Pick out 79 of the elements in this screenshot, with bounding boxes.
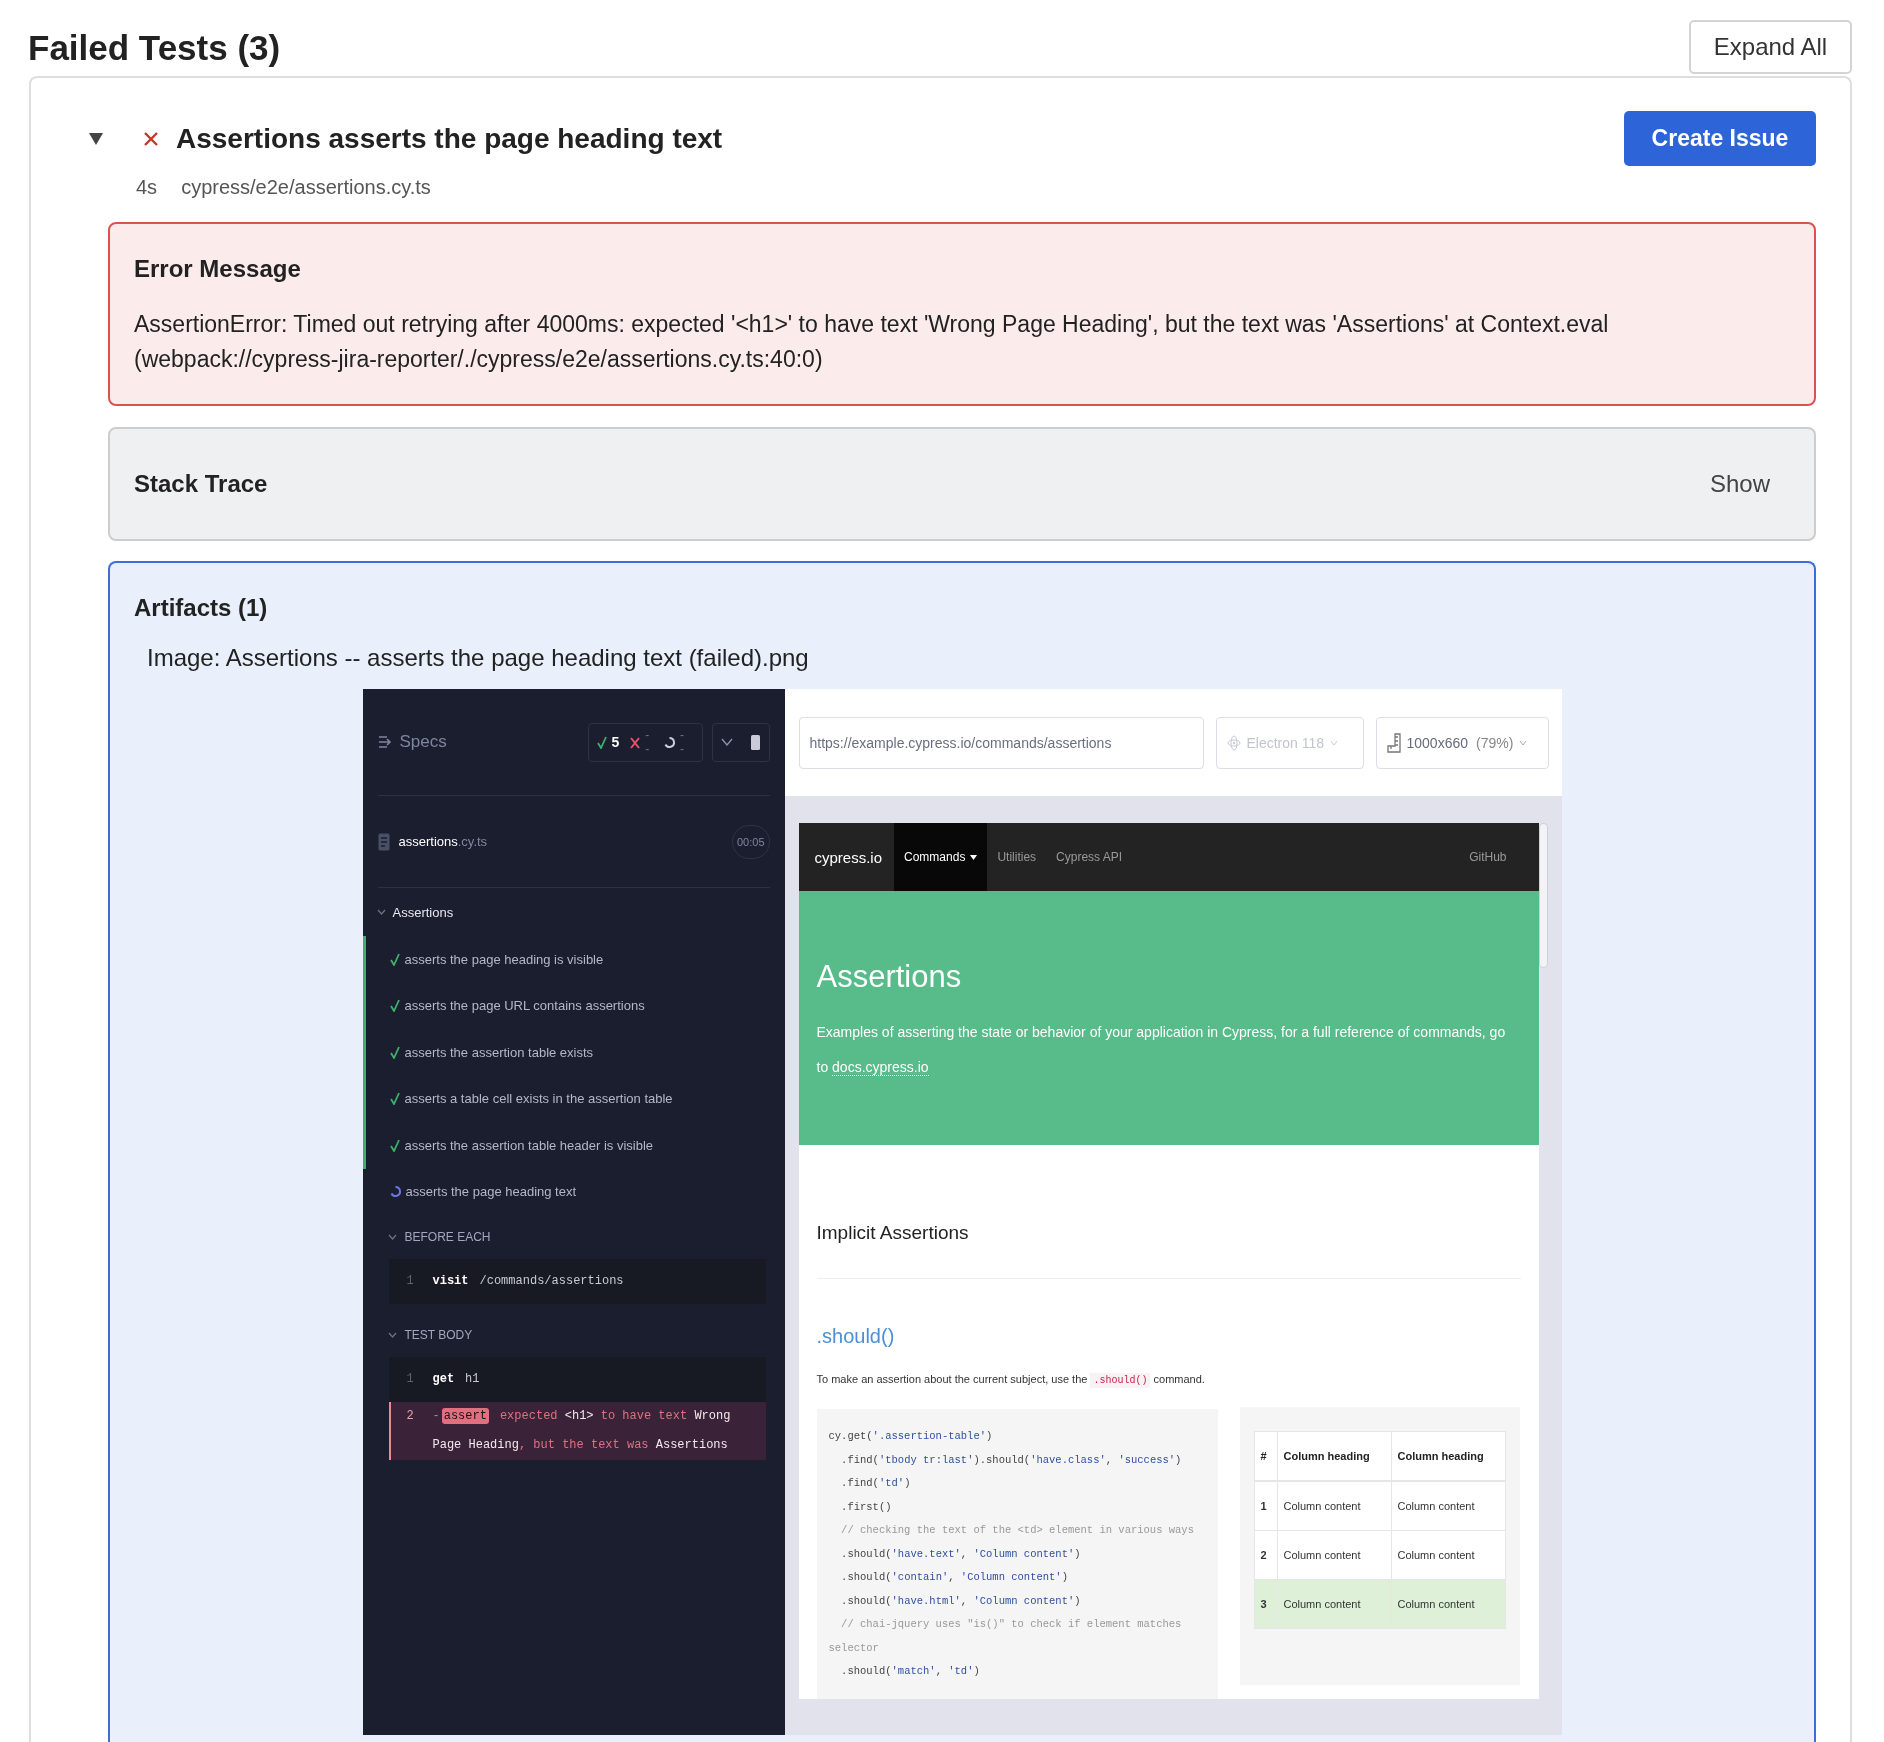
- column-header: Column heading: [1391, 1431, 1505, 1481]
- nav-item[interactable]: Utilities: [987, 823, 1047, 891]
- table-cell: Column content: [1391, 1579, 1505, 1629]
- nav-item[interactable]: Cypress API: [1046, 823, 1133, 891]
- section-title[interactable]: TEST BODY: [404, 1328, 473, 1342]
- atom-icon: [1226, 733, 1241, 752]
- spec-file-name: assertions.cy.ts: [398, 834, 488, 849]
- paragraph: To make an assertion about the current subject, use the .should() command.: [816, 1372, 1206, 1390]
- table-cell: 2: [1254, 1530, 1277, 1580]
- code-line: .should('match', 'td'): [840, 1664, 981, 1679]
- create-issue-button[interactable]: Create Issue: [1624, 111, 1816, 166]
- list-arrow-icon: [377, 734, 392, 750]
- duration: 4s: [136, 175, 158, 200]
- column-header: Column heading: [1277, 1431, 1391, 1481]
- banner-title: Assertions: [816, 958, 963, 996]
- table-cell: Column content: [1391, 1481, 1505, 1531]
- show-toggle[interactable]: Show: [1709, 470, 1770, 498]
- ruler-icon: [1386, 732, 1401, 753]
- panel-icon: [750, 734, 760, 750]
- stack-trace-title: Stack Trace: [134, 469, 268, 499]
- stat-count: --: [645, 728, 651, 756]
- code-line: .should('have.text', 'Column content'): [840, 1546, 1082, 1562]
- command-row[interactable]: 1 visit /commands/assertions: [388, 1259, 766, 1304]
- viewport-select[interactable]: 1000x660 (79%): [1375, 716, 1549, 769]
- section-title[interactable]: BEFORE EACH: [404, 1230, 491, 1244]
- code-line: .find('tbody tr:last').should('have.class', 'success'): [840, 1452, 1183, 1468]
- table-cell: 3: [1254, 1579, 1277, 1629]
- expand-all-button[interactable]: Expand All: [1689, 20, 1852, 74]
- code-line: // chai-jquery uses "is()" to check if element matches selector: [828, 1617, 1183, 1656]
- line-number: 1: [405, 1273, 415, 1290]
- command-row[interactable]: 1 get h1: [388, 1357, 766, 1402]
- test-title: asserts a table cell exists in the assertion table: [404, 1091, 673, 1107]
- table-cell: Column content: [1277, 1579, 1391, 1629]
- error-title: Error Message: [134, 254, 302, 284]
- code-line: .should('have.html', 'Column content'): [840, 1593, 1082, 1609]
- table-cell: Column content: [1277, 1530, 1391, 1580]
- artifacts-title: Artifacts (1): [134, 593, 269, 623]
- line-number: 2: [405, 1408, 415, 1425]
- test-title: asserts the assertion table exists: [404, 1044, 594, 1060]
- test-title: Assertions asserts the page heading text: [176, 122, 724, 155]
- test-title: asserts the page heading is visible: [404, 951, 604, 967]
- table-cell: Column content: [1391, 1530, 1505, 1580]
- section-heading: Implicit Assertions: [816, 1218, 1521, 1279]
- chevron-icon: [1519, 739, 1528, 746]
- brand-link[interactable]: cypress.io: [798, 848, 895, 866]
- line-number: 1: [405, 1371, 415, 1388]
- code-line: cy.get('.assertion-table'): [828, 1429, 994, 1444]
- image-caption: Image: Assertions -- asserts the page heading text (failed).png: [147, 643, 810, 673]
- chevron-icon: [1330, 739, 1339, 746]
- url-field[interactable]: https://example.cypress.io/commands/assertions: [798, 716, 1204, 769]
- stat-count: --: [679, 728, 685, 756]
- code-line: // checking the text of the <td> element in various ways: [840, 1523, 1195, 1538]
- error-message: AssertionError: Timed out retrying after 4000ms: expected '<h1>' to have text 'Wrong Page Heading', but the text was 'Assertions' at Context.eval (webpack://cypress-jira-reporter/./cypress/e2e/assertions.cy.ts:40:0): [134, 310, 1610, 374]
- subsection-heading: .should(): [816, 1324, 896, 1349]
- table-cell: Column content: [1277, 1481, 1391, 1531]
- file-icon: [377, 832, 390, 851]
- specs-title: Specs: [399, 732, 447, 752]
- command-text: visit /commands/assertions: [432, 1273, 625, 1290]
- scrollbar[interactable]: [1538, 823, 1548, 968]
- command-text: get h1: [432, 1371, 481, 1388]
- column-header: #: [1254, 1431, 1277, 1481]
- stat-count: 5: [611, 734, 620, 750]
- command-row[interactable]: 2 - assert expected <h1> to have text Wrong Page Heading, but the text was Assertions: [388, 1402, 766, 1460]
- nav-item[interactable]: Commands: [894, 823, 988, 891]
- nav-item[interactable]: GitHub: [1469, 850, 1539, 864]
- test-title: asserts the assertion table header is visible: [404, 1137, 654, 1153]
- code-line: .first(): [840, 1499, 893, 1515]
- banner-text: Examples of asserting the state or behavior of your application in Cypress, for a full reference of commands, go to docs.cypress.io: [816, 1023, 1507, 1078]
- page-title: Failed Tests (3): [28, 27, 281, 69]
- test-title: asserts the page URL contains assertions: [404, 998, 645, 1014]
- suite-title[interactable]: Assertions: [392, 904, 454, 920]
- file-path: cypress/e2e/assertions.cy.ts: [181, 175, 431, 200]
- chevron-icon: [721, 738, 734, 746]
- test-title: asserts the page heading text: [405, 1184, 577, 1200]
- code-line: .find('td'): [840, 1476, 912, 1491]
- test-row[interactable]: asserts the page heading text: [362, 1168, 785, 1215]
- code-line: .should('contain', 'Column content'): [840, 1570, 1069, 1585]
- command-text: - assert expected <h1> to have text Wrong Page Heading, but the text was Assertions: [432, 1407, 732, 1454]
- table-cell: 1: [1254, 1481, 1277, 1531]
